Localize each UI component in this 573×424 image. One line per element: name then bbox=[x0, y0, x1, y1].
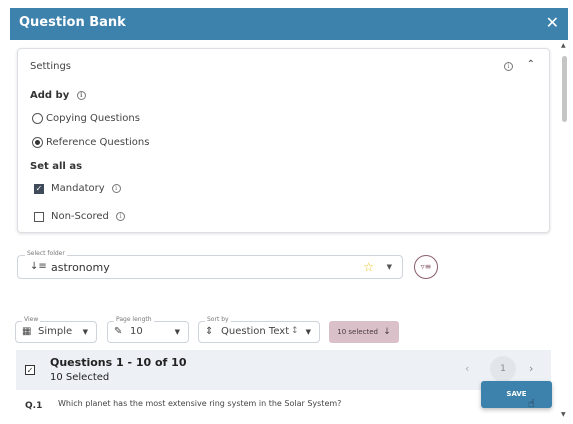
question-text[interactable]: Which planet has the most extensive ring… bbox=[58, 399, 341, 408]
chevron-down-icon: ▼ bbox=[305, 328, 311, 336]
radio-copying-questions[interactable]: Copying Questions bbox=[32, 113, 140, 124]
close-icon[interactable]: ✕ bbox=[546, 13, 559, 33]
page-number[interactable]: 1 bbox=[490, 356, 516, 382]
sort-arrows-icon: ⇕ bbox=[205, 326, 214, 337]
chevron-right-icon[interactable]: › bbox=[529, 362, 533, 375]
grid-icon: ▦ bbox=[22, 326, 32, 337]
arrow-down-icon: ↓ bbox=[383, 327, 391, 337]
radio-label: Copying Questions bbox=[46, 113, 140, 124]
settings-panel: Settings i ⌃ Add by i Copying Questions … bbox=[17, 48, 550, 233]
checkbox-label: Non-Scored bbox=[51, 211, 109, 222]
info-icon[interactable]: i bbox=[111, 184, 121, 193]
checkbox-mandatory[interactable]: ✓ Mandatory i bbox=[34, 183, 121, 194]
scroll-up-icon[interactable]: ▲ bbox=[561, 42, 566, 49]
radio-button[interactable] bbox=[32, 137, 43, 148]
ruler-icon: ✎ bbox=[114, 326, 123, 337]
chevron-down-icon: ▼ bbox=[82, 328, 88, 336]
info-icon[interactable]: i bbox=[504, 62, 513, 71]
page-length-select[interactable]: Page length ✎ 10 ▼ bbox=[107, 316, 189, 343]
selected-count-label: 10 selected bbox=[337, 328, 378, 336]
sort-icon[interactable]: ↓≡ bbox=[30, 261, 47, 272]
sort-by-legend: Sort by bbox=[205, 316, 231, 323]
view-value: Simple bbox=[38, 326, 73, 337]
selected-count-button[interactable]: 10 selected ↓ bbox=[329, 321, 399, 343]
dialog-header: Question Bank ✕ bbox=[10, 8, 568, 40]
sort-by-value: Question Text bbox=[221, 326, 290, 337]
info-icon[interactable]: i bbox=[115, 212, 125, 221]
question-number: Q.1 bbox=[25, 401, 43, 411]
view-select[interactable]: View ▦ Simple ▼ bbox=[15, 316, 97, 343]
checkbox-label: Mandatory bbox=[51, 183, 105, 194]
radio-label: Reference Questions bbox=[46, 137, 150, 148]
hand-cursor-icon: ☝ bbox=[528, 397, 535, 410]
scroll-down-icon[interactable]: ▼ bbox=[561, 411, 566, 418]
info-icon[interactable]: i bbox=[76, 90, 86, 100]
set-all-as-label: Set all as bbox=[30, 161, 83, 172]
questions-selected-count: 10 Selected bbox=[50, 372, 110, 383]
view-legend: View bbox=[22, 316, 41, 323]
checkbox-non-scored[interactable]: Non-Scored i bbox=[34, 211, 125, 222]
checkbox[interactable]: ✓ bbox=[34, 183, 44, 194]
settings-title: Settings bbox=[30, 61, 72, 72]
chevron-left-icon[interactable]: ‹ bbox=[465, 362, 469, 375]
questions-range: Questions 1 - 10 of 10 bbox=[50, 356, 187, 369]
sort-direction-icon[interactable]: ↕ bbox=[291, 326, 299, 336]
filter-icon[interactable]: ▿≡ bbox=[414, 255, 438, 279]
chevron-down-icon: ▼ bbox=[174, 328, 180, 336]
add-by-label: Add by i bbox=[30, 90, 86, 101]
questions-header: ✓ Questions 1 - 10 of 10 10 Selected ‹ 1… bbox=[16, 350, 551, 390]
scrollbar[interactable]: ▲ ▼ bbox=[561, 40, 568, 418]
folder-select[interactable]: Select folder ↓≡ astronomy ☆ ▼ bbox=[17, 250, 403, 279]
save-button[interactable]: SAVE bbox=[481, 381, 552, 408]
page-length-legend: Page length bbox=[114, 316, 154, 323]
sort-by-select[interactable]: Sort by ⇕ Question Text ↕ ▼ bbox=[198, 316, 320, 343]
chevron-up-icon[interactable]: ⌃ bbox=[527, 59, 535, 70]
scrollbar-thumb[interactable] bbox=[562, 56, 567, 122]
page-length-value: 10 bbox=[130, 326, 143, 337]
chevron-down-icon[interactable]: ▼ bbox=[387, 263, 392, 271]
folder-value: astronomy bbox=[51, 261, 110, 274]
star-icon[interactable]: ☆ bbox=[363, 260, 374, 274]
folder-legend: Select folder bbox=[25, 250, 67, 257]
radio-button[interactable] bbox=[32, 113, 43, 124]
select-all-checkbox[interactable]: ✓ bbox=[25, 365, 35, 375]
checkbox[interactable] bbox=[34, 211, 44, 222]
radio-reference-questions[interactable]: Reference Questions bbox=[32, 137, 149, 148]
dialog-title: Question Bank bbox=[19, 15, 126, 30]
